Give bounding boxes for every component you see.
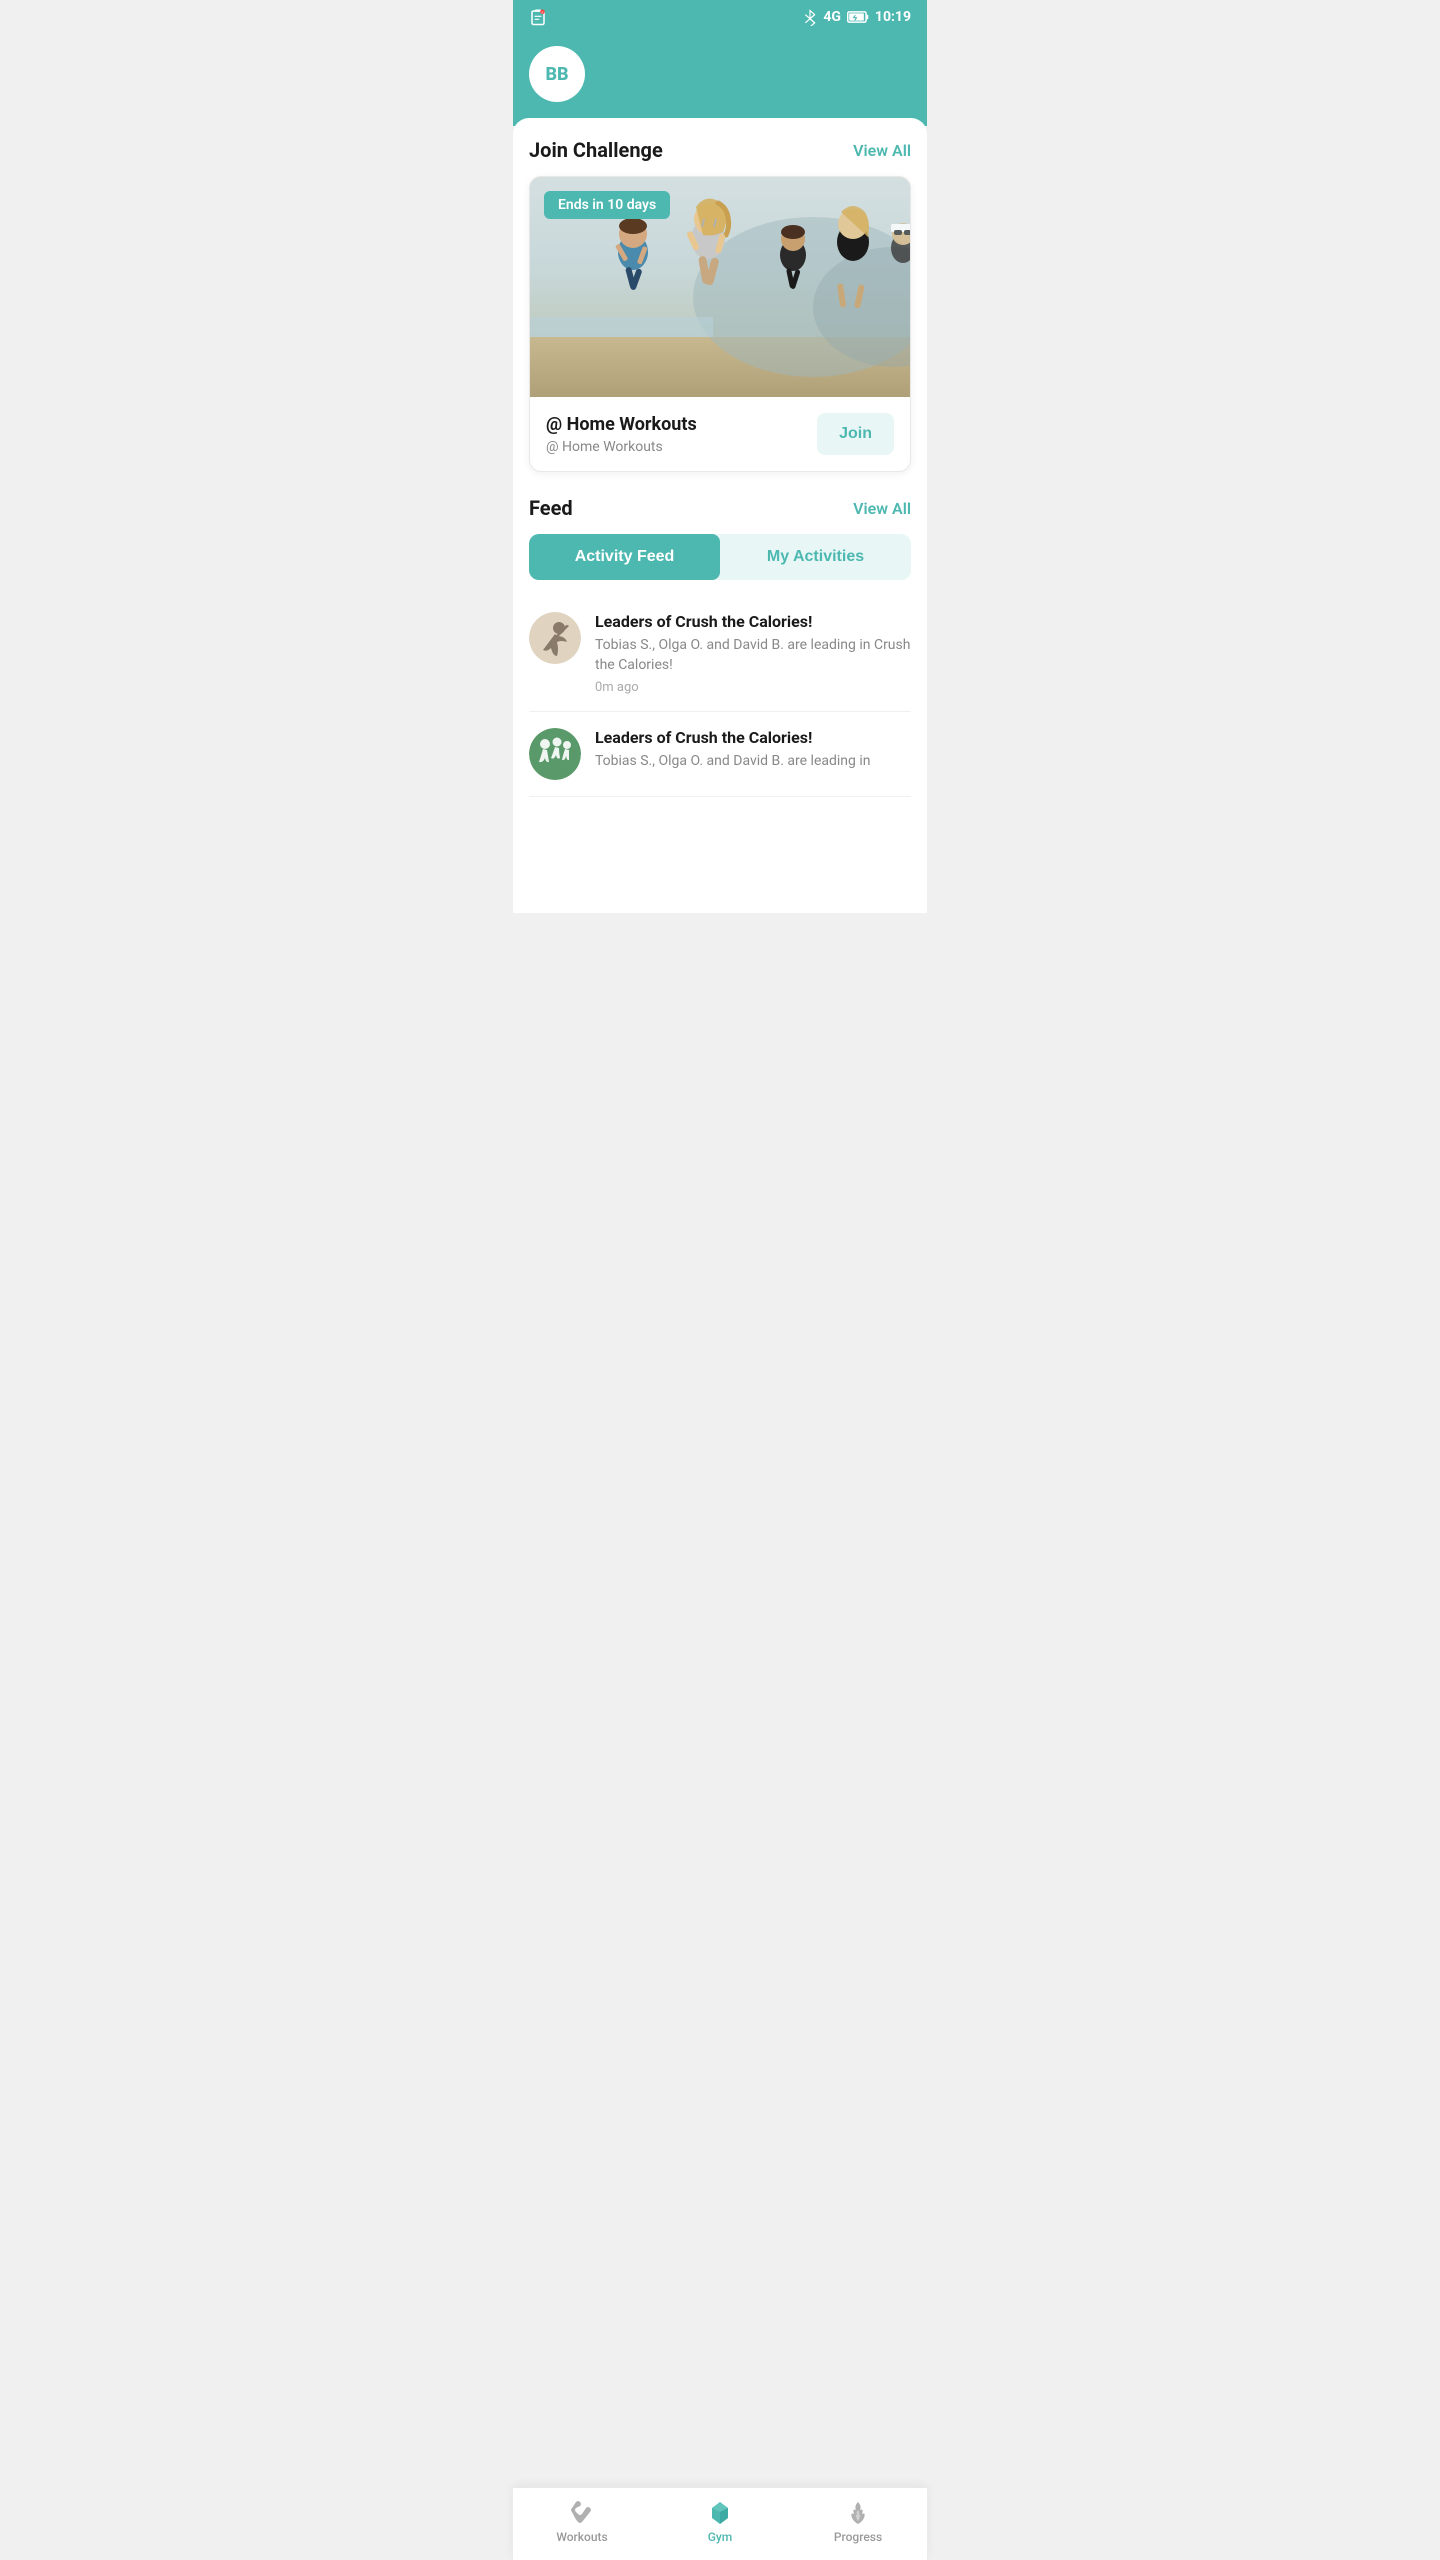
feed-header: Feed View All bbox=[529, 496, 911, 520]
gym-icon bbox=[706, 2498, 734, 2526]
challenge-name: @ Home Workouts bbox=[546, 414, 801, 435]
activity-time-1: 0m ago bbox=[595, 680, 911, 695]
main-content: Join Challenge View All bbox=[513, 118, 927, 913]
progress-nav-label: Progress bbox=[834, 2530, 882, 2544]
join-button[interactable]: Join bbox=[817, 413, 894, 455]
activity-content-2: Leaders of Crush the Calories! Tobias S.… bbox=[595, 728, 911, 777]
join-challenge-view-all[interactable]: View All bbox=[853, 141, 911, 160]
header: BB bbox=[513, 34, 927, 126]
nav-item-workouts[interactable]: Workouts bbox=[513, 2498, 651, 2544]
feed-title: Feed bbox=[529, 496, 573, 520]
challenge-text: @ Home Workouts @ Home Workouts bbox=[546, 414, 801, 455]
network-indicator: 4G bbox=[823, 9, 841, 25]
activity-item-1: Leaders of Crush the Calories! Tobias S.… bbox=[529, 596, 911, 712]
challenge-card: Ends in 10 days @ Home Workouts @ Home W… bbox=[529, 176, 911, 472]
user-avatar[interactable]: BB bbox=[529, 46, 585, 102]
nav-item-progress[interactable]: Progress bbox=[789, 2498, 927, 2544]
activity-title-2: Leaders of Crush the Calories! bbox=[595, 728, 911, 747]
gym-nav-label: Gym bbox=[708, 2530, 733, 2544]
activity-content-1: Leaders of Crush the Calories! Tobias S.… bbox=[595, 612, 911, 695]
status-bar: ✓ 4G 10:19 bbox=[513, 0, 927, 34]
activity-desc-2: Tobias S., Olga O. and David B. are lead… bbox=[595, 752, 911, 772]
my-activities-tab[interactable]: My Activities bbox=[720, 534, 911, 580]
activity-avatar-1 bbox=[529, 612, 581, 664]
feed-tabs: Activity Feed My Activities bbox=[529, 534, 911, 580]
join-challenge-header: Join Challenge View All bbox=[529, 138, 911, 162]
progress-icon bbox=[844, 2498, 872, 2526]
workouts-nav-label: Workouts bbox=[556, 2530, 607, 2544]
notification-icon: ✓ bbox=[529, 8, 547, 26]
feed-view-all[interactable]: View All bbox=[853, 499, 911, 518]
challenge-image: Ends in 10 days bbox=[530, 177, 910, 397]
nav-item-gym[interactable]: Gym bbox=[651, 2498, 789, 2544]
activity-title-1: Leaders of Crush the Calories! bbox=[595, 612, 911, 631]
activity-item-2: Leaders of Crush the Calories! Tobias S.… bbox=[529, 712, 911, 797]
challenge-badge: Ends in 10 days bbox=[544, 191, 670, 219]
challenge-subtitle: @ Home Workouts bbox=[546, 439, 801, 455]
feed-section: Feed View All Activity Feed My Activitie… bbox=[529, 496, 911, 797]
bluetooth-icon bbox=[803, 8, 817, 26]
status-left-icons: ✓ bbox=[529, 8, 547, 26]
activity-feed-tab[interactable]: Activity Feed bbox=[529, 534, 720, 580]
join-challenge-section: Join Challenge View All bbox=[529, 138, 911, 472]
activity-avatar-svg-1 bbox=[529, 612, 581, 664]
time-display: 10:19 bbox=[875, 9, 911, 25]
workouts-icon bbox=[568, 2498, 596, 2526]
join-challenge-title: Join Challenge bbox=[529, 138, 663, 162]
bottom-nav: Workouts Gym Progress bbox=[513, 2487, 927, 2560]
battery-icon bbox=[847, 10, 869, 24]
challenge-info: @ Home Workouts @ Home Workouts Join bbox=[530, 397, 910, 471]
status-right-info: 4G 10:19 bbox=[803, 8, 911, 26]
activity-avatar-svg-2 bbox=[529, 728, 581, 780]
activity-desc-1: Tobias S., Olga O. and David B. are lead… bbox=[595, 636, 911, 675]
activity-avatar-2 bbox=[529, 728, 581, 780]
